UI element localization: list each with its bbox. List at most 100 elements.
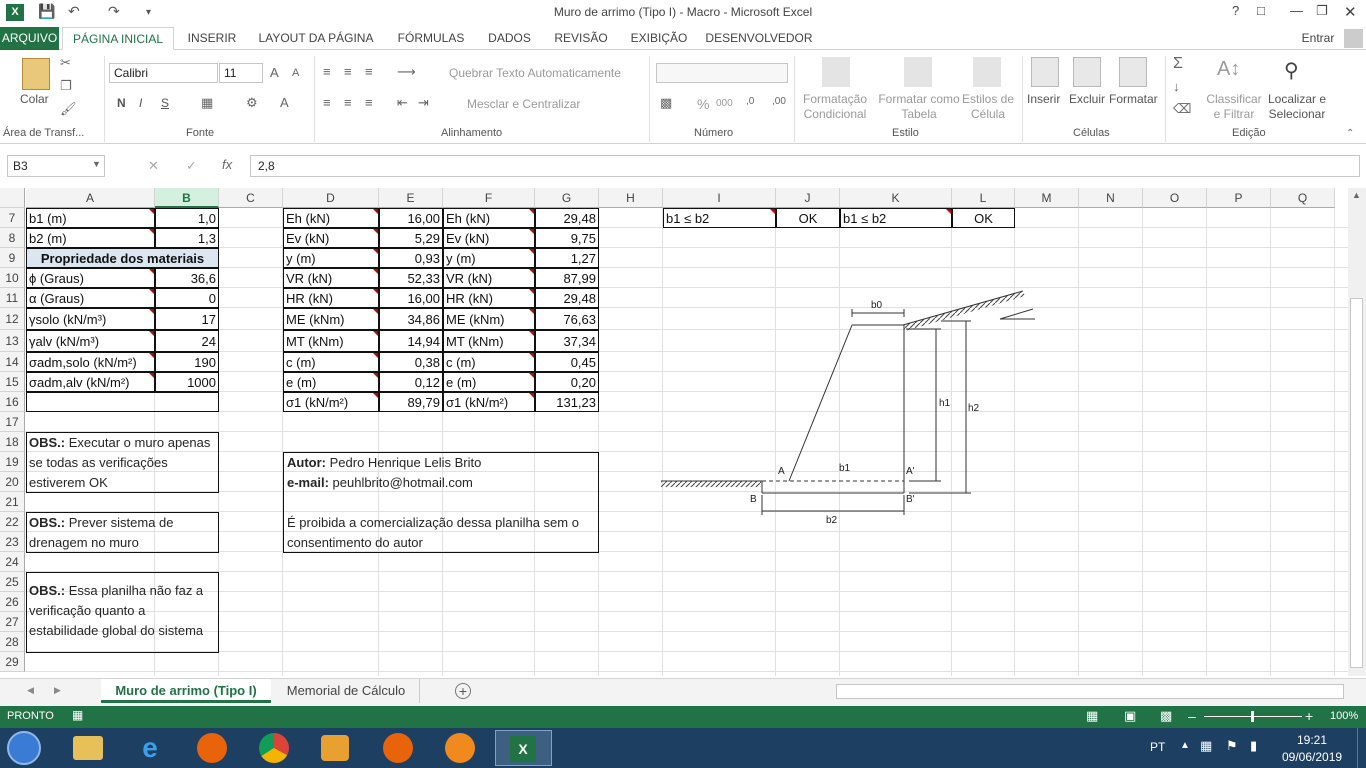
fill-color-icon[interactable]: ⚙ bbox=[246, 95, 258, 111]
decrease-decimal-icon[interactable]: ,00 bbox=[772, 96, 786, 107]
name-box-dropdown-icon[interactable]: ▼ bbox=[92, 159, 101, 169]
materials-header[interactable]: Propriedade dos materiais bbox=[26, 248, 219, 268]
column-header-i[interactable]: I bbox=[663, 188, 776, 208]
format-painter-icon[interactable]: 🖌 bbox=[60, 101, 77, 117]
row-header-27[interactable]: 27 bbox=[0, 612, 25, 632]
mid-table-label[interactable]: e (m) bbox=[283, 372, 379, 392]
close-button[interactable]: ✕ bbox=[1344, 3, 1357, 21]
row-header-22[interactable]: 22 bbox=[0, 512, 25, 532]
column-header-h[interactable]: H bbox=[599, 188, 663, 208]
row-header-15[interactable]: 15 bbox=[0, 372, 25, 392]
mid-table-value[interactable]: 14,94 bbox=[379, 330, 443, 352]
find-select-icon[interactable]: ⚲ bbox=[1284, 58, 1299, 83]
value-b2[interactable]: 1,3 bbox=[155, 228, 219, 248]
value-phi[interactable]: 36,6 bbox=[155, 268, 219, 288]
mid-table-value[interactable]: 0,93 bbox=[379, 248, 443, 268]
page-break-view-icon[interactable]: ▩ bbox=[1160, 708, 1172, 724]
scroll-thumb[interactable] bbox=[1350, 298, 1363, 668]
start-button[interactable] bbox=[7, 731, 41, 765]
mid-table-label[interactable]: σ1 (kN/m²) bbox=[443, 392, 535, 412]
row-header-19[interactable]: 19 bbox=[0, 452, 25, 472]
mid-table-value[interactable]: 76,63 bbox=[535, 308, 599, 330]
tab-formulas[interactable]: FÓRMULAS bbox=[392, 27, 470, 50]
mid-table-value[interactable]: 16,00 bbox=[379, 288, 443, 308]
number-format-select[interactable] bbox=[656, 63, 788, 83]
zoom-slider-thumb[interactable] bbox=[1251, 711, 1254, 722]
excel-taskbar-icon[interactable]: X bbox=[495, 730, 552, 766]
mid-table-value[interactable]: 89,79 bbox=[379, 392, 443, 412]
mid-table-value[interactable]: 0,20 bbox=[535, 372, 599, 392]
action-center-icon[interactable]: ⚑ bbox=[1226, 738, 1238, 754]
tab-dados[interactable]: DADOS bbox=[482, 27, 537, 50]
minimize-button[interactable]: — bbox=[1290, 3, 1303, 18]
increase-decimal-icon[interactable]: ,0 bbox=[746, 96, 754, 107]
mid-table-label[interactable]: e (m) bbox=[443, 372, 535, 392]
cut-icon[interactable]: ✂ bbox=[60, 55, 71, 71]
value-sadm-alv[interactable]: 1000 bbox=[155, 372, 219, 392]
italic-button[interactable]: I bbox=[139, 96, 142, 110]
cell-styles-icon[interactable] bbox=[973, 57, 1001, 87]
row-header-12[interactable]: 12 bbox=[0, 308, 25, 330]
obs2-box[interactable]: OBS.: Prever sistema de drenagem no muro bbox=[26, 512, 219, 553]
mid-table-value[interactable]: 34,86 bbox=[379, 308, 443, 330]
row-header-23[interactable]: 23 bbox=[0, 532, 25, 552]
select-all-corner[interactable] bbox=[0, 188, 25, 208]
column-header-q[interactable]: Q bbox=[1271, 188, 1335, 208]
help-button[interactable]: ? bbox=[1232, 3, 1239, 18]
align-left-icon[interactable]: ≡ bbox=[323, 95, 331, 110]
column-header-p[interactable]: P bbox=[1207, 188, 1271, 208]
decrease-indent-icon[interactable]: ⇤ bbox=[397, 95, 408, 111]
label-alpha[interactable]: α (Graus) bbox=[26, 288, 155, 308]
mid-table-value[interactable]: 29,48 bbox=[535, 208, 599, 228]
zoom-out-icon[interactable]: – bbox=[1188, 708, 1196, 724]
tray-expand-icon[interactable]: ▲ bbox=[1180, 740, 1190, 751]
currency-icon[interactable]: ▩ bbox=[660, 95, 672, 111]
delete-button[interactable]: Excluir bbox=[1069, 92, 1105, 106]
column-header-m[interactable]: M bbox=[1015, 188, 1079, 208]
mid-table-value[interactable]: 52,33 bbox=[379, 268, 443, 288]
mid-table-label[interactable]: ME (kNm) bbox=[443, 308, 535, 330]
align-top-icon[interactable]: ≡ bbox=[323, 64, 331, 79]
collapse-ribbon-icon[interactable]: ⌃ bbox=[1346, 128, 1354, 139]
insert-button[interactable]: Inserir bbox=[1027, 92, 1060, 106]
mid-table-value[interactable]: 131,23 bbox=[535, 392, 599, 412]
mid-table-label[interactable]: Ev (kN) bbox=[283, 228, 379, 248]
clock-date[interactable]: 09/06/2019 bbox=[1282, 750, 1342, 764]
insert-function-icon[interactable]: fx bbox=[222, 157, 232, 172]
mid-table-label[interactable]: y (m) bbox=[443, 248, 535, 268]
mid-table-label[interactable]: MT (kNm) bbox=[283, 330, 379, 352]
check-i[interactable]: b1 ≤ b2 bbox=[663, 208, 776, 228]
clear-icon[interactable]: ⌫ bbox=[1173, 101, 1191, 117]
mid-table-label[interactable]: σ1 (kN/m²) bbox=[283, 392, 379, 412]
format-cells-icon[interactable] bbox=[1119, 57, 1147, 87]
value-b1[interactable]: 1,0 bbox=[155, 208, 219, 228]
tab-exibicao[interactable]: EXIBIÇÃO bbox=[625, 27, 693, 50]
zoom-in-icon[interactable]: + bbox=[1305, 708, 1313, 724]
mid-table-label[interactable]: Ev (kN) bbox=[443, 228, 535, 248]
label-b2[interactable]: b2 (m) bbox=[26, 228, 155, 248]
scroll-up-icon[interactable]: ▲ bbox=[1352, 190, 1361, 200]
check-j[interactable]: OK bbox=[776, 208, 840, 228]
value-sadm-solo[interactable]: 190 bbox=[155, 352, 219, 372]
merge-center-button[interactable]: Mesclar e Centralizar bbox=[467, 97, 580, 111]
borders-icon[interactable]: ▦ bbox=[201, 95, 213, 111]
tab-revisao[interactable]: REVISÃO bbox=[549, 27, 613, 50]
media-player-icon[interactable] bbox=[321, 735, 349, 761]
column-header-l[interactable]: L bbox=[952, 188, 1015, 208]
show-desktop-button[interactable] bbox=[1357, 728, 1366, 768]
row-header-14[interactable]: 14 bbox=[0, 352, 25, 372]
row-header-7[interactable]: 7 bbox=[0, 208, 25, 228]
mid-table-label[interactable]: y (m) bbox=[283, 248, 379, 268]
percent-button[interactable]: % bbox=[697, 96, 709, 112]
page-layout-view-icon[interactable]: ▣ bbox=[1124, 708, 1136, 724]
mid-table-label[interactable]: Eh (kN) bbox=[283, 208, 379, 228]
font-size-select[interactable]: 11 bbox=[219, 63, 263, 83]
grow-font-icon[interactable]: A bbox=[270, 65, 279, 80]
column-header-k[interactable]: K bbox=[840, 188, 952, 208]
obs1-box[interactable]: OBS.: Executar o muro apenas se todas as… bbox=[26, 432, 219, 493]
internet-explorer-icon[interactable]: e bbox=[135, 733, 165, 763]
column-header-e[interactable]: E bbox=[379, 188, 443, 208]
cell-styles-button[interactable]: Estilos de Célula bbox=[960, 92, 1016, 122]
mid-table-value[interactable]: 9,75 bbox=[535, 228, 599, 248]
worksheet-grid[interactable]: ABCDEFGHIJKLMNOPQ 7 8 9 10 11 12 13 14 15 16 17 18 1… bbox=[0, 188, 1348, 676]
